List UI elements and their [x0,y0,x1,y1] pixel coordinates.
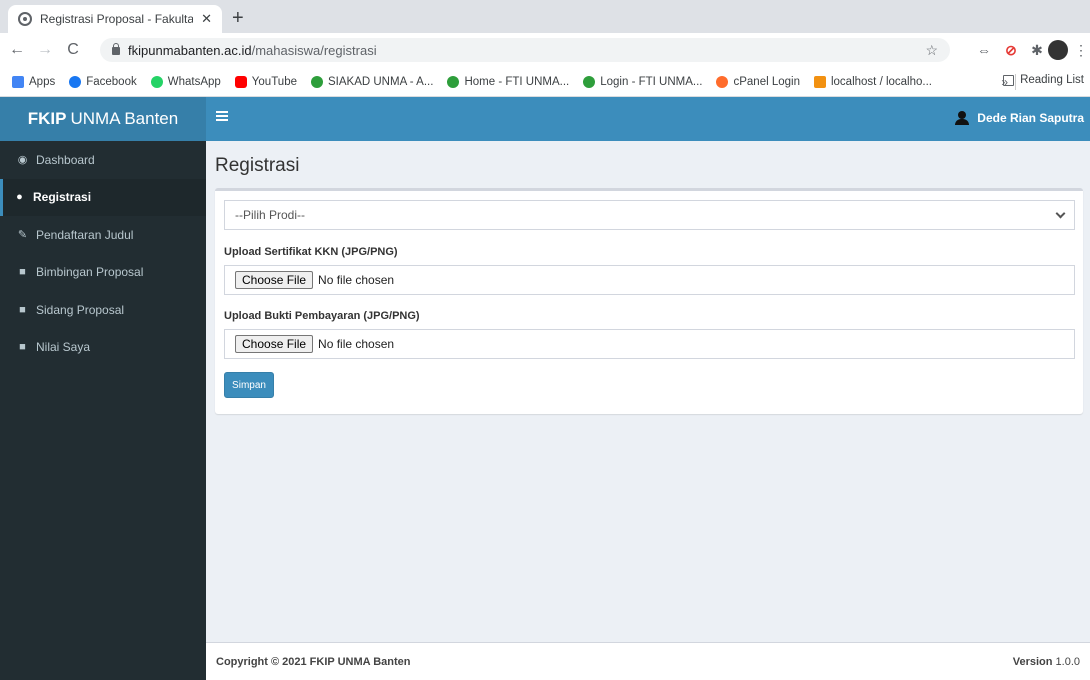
kkn-upload-label: Upload Sertifikat KKN (JPG/PNG) [224,246,398,258]
user-icon [955,111,970,125]
payment-upload-label: Upload Bukti Pembayaran (JPG/PNG) [224,310,420,322]
payment-file-input[interactable]: Choose File No file chosen [224,329,1075,359]
footer: Copyright © 2021 FKIP UNMA Banten Versio… [206,642,1090,680]
sidebar-item-bimbingan-proposal[interactable]: ■ Bimbingan Proposal [0,254,206,292]
user-name: Dede Rian Saputra [977,111,1084,125]
bookmark-apps[interactable]: Apps [12,75,55,88]
bookmark-star-icon[interactable]: ☆ [925,42,938,59]
bookmark-whatsapp[interactable]: WhatsApp [150,75,221,88]
dashboard-icon: ◉ [17,154,28,167]
top-navbar: Dede Rian Saputra [206,97,1090,141]
url-host: fkipunmabanten.ac.id [128,42,252,58]
edit-icon: ✎ [17,229,28,242]
sidebar-item-registrasi[interactable]: ● Registrasi [0,178,206,216]
browser-tab[interactable]: Registrasi Proposal - Fakultas K ✕ [8,5,222,33]
registration-form: --Pilih Prodi-- Upload Sertifikat KKN (J… [215,188,1083,414]
youtube-icon [234,75,247,88]
close-tab-icon[interactable]: ✕ [201,11,212,27]
unma-logo-icon [583,75,596,88]
menu-icon[interactable]: ⋮ [1072,41,1090,59]
sidebar-item-dashboard[interactable]: ◉ Dashboard [0,141,206,179]
version-text: Version 1.0.0 [1013,656,1080,668]
copyright-text: Copyright © 2021 FKIP UNMA Banten [216,655,411,668]
bookmark-login-fti[interactable]: Login - FTI UNMA... [583,75,702,88]
file-icon: ■ [19,266,26,279]
file-icon: ■ [19,341,26,354]
browser-tab-strip: Registrasi Proposal - Fakultas K ✕ + [0,0,1090,33]
page-title: Registrasi [215,155,300,176]
logo-text: UNMA Banten [70,109,179,128]
sidebar-item-sidang-proposal[interactable]: ■ Sidang Proposal [0,291,206,329]
bookmark-facebook[interactable]: Facebook [69,75,137,88]
globe-icon [18,12,32,26]
facebook-icon [69,75,82,88]
reload-icon[interactable]: C [62,41,84,59]
tab-title: Registrasi Proposal - Fakultas K [40,12,194,26]
prodi-select[interactable]: --Pilih Prodi-- [224,200,1075,230]
file-icon: ■ [19,303,26,316]
sidebar: ◉ Dashboard ● Registrasi ✎ Pendaftaran Judu… [0,141,206,680]
address-bar: ← → C fkipunmabanten.ac.id/mahasiswa/reg… [0,33,1090,67]
logo-bold-text: FKIP [27,109,67,128]
payment-file-status: No file chosen [318,337,395,351]
forward-icon[interactable]: → [34,41,56,59]
apps-icon [12,75,24,88]
bookmark-siakad[interactable]: SIAKAD UNMA - A... [311,75,433,88]
sidebar-item-pendaftaran-judul[interactable]: ✎ Pendaftaran Judul [0,216,206,254]
phpmyadmin-icon [813,75,826,88]
whatsapp-icon [150,75,163,88]
bookmark-home-fti[interactable]: Home - FTI UNMA... [447,75,569,88]
url-path: /mahasiswa/registrasi [251,42,377,58]
user-icon: ● [16,191,23,204]
cpanel-icon [716,75,729,88]
bookmarks-bar: Apps Facebook WhatsApp YouTube SIAKAD UN… [0,67,1090,97]
back-icon[interactable]: ← [6,41,28,59]
chevron-down-icon [1055,208,1066,218]
bookmark-localhost[interactable]: localhost / localho... [813,75,932,88]
sidebar-item-nilai-saya[interactable]: ■ Nilai Saya [0,329,206,367]
reading-list-icon [1003,74,1015,86]
bookmark-youtube[interactable]: YouTube [234,75,297,88]
block-extension-icon[interactable]: ⊘ [1002,41,1020,59]
lock-icon [112,43,120,55]
unma-logo-icon [311,75,323,88]
url-input[interactable]: fkipunmabanten.ac.id/mahasiswa/registras… [100,38,950,62]
sidebar-toggle-icon[interactable] [216,111,228,121]
app-logo[interactable]: FKIP UNMA Banten [0,97,206,141]
puzzle-icon[interactable]: ✱ [1028,41,1046,59]
unma-logo-icon [447,75,460,88]
kkn-choose-file-button[interactable]: Choose File [235,271,314,289]
save-button[interactable]: Simpan [224,372,274,398]
kkn-file-status: No file chosen [318,273,395,287]
profile-avatar[interactable] [1048,40,1068,60]
version-label: Version [1012,655,1053,668]
new-tab-icon[interactable]: + [232,7,244,30]
payment-choose-file-button[interactable]: Choose File [235,335,314,353]
extension-icon[interactable]: ⇔ [975,41,993,59]
version-value: 1.0.0 [1055,655,1080,668]
bookmark-cpanel[interactable]: cPanel Login [716,75,800,88]
reading-list-button[interactable]: Reading List [1003,74,1084,86]
kkn-file-input[interactable]: Choose File No file chosen [224,265,1075,295]
user-menu[interactable]: Dede Rian Saputra [955,111,1084,125]
